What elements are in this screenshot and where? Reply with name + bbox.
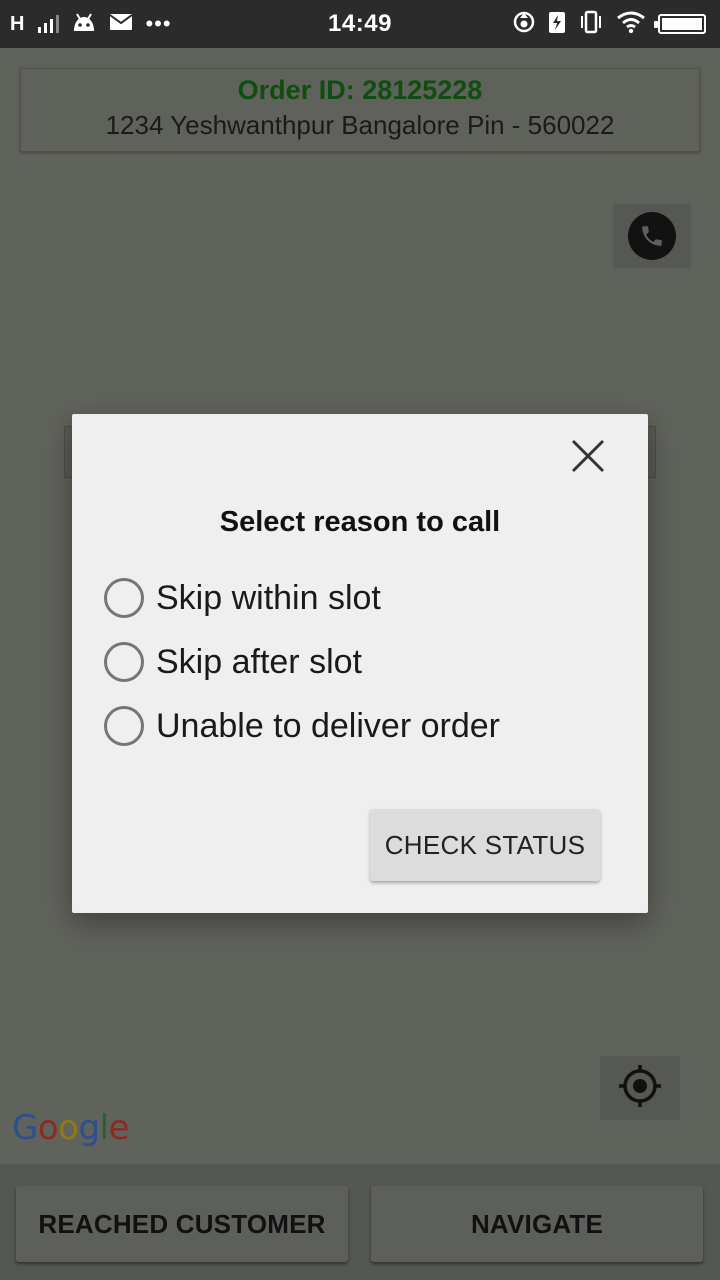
radio-button[interactable] (104, 642, 144, 682)
charging-icon (548, 10, 566, 39)
radio-button[interactable] (104, 578, 144, 618)
radio-label: Unable to deliver order (156, 706, 500, 745)
call-reason-dialog: Select reason to call Skip within slot S… (72, 414, 648, 913)
phone-icon (628, 212, 676, 260)
vibrate-icon (578, 10, 604, 39)
check-status-button[interactable]: CHECK STATUS (370, 809, 600, 881)
radio-option-skip-after-slot[interactable]: Skip after slot (104, 637, 362, 687)
wifi-icon (616, 10, 646, 39)
navigate-button[interactable]: NAVIGATE (371, 1186, 703, 1262)
crosshair-icon (617, 1063, 663, 1114)
mail-icon (109, 13, 134, 36)
close-icon (571, 439, 605, 478)
bottom-action-bar: REACHED CUSTOMER NAVIGATE (0, 1164, 720, 1280)
order-address: 1234 Yeshwanthpur Bangalore Pin - 560022 (105, 110, 615, 140)
radio-button[interactable] (104, 706, 144, 746)
battery-icon (654, 14, 706, 34)
close-button[interactable] (568, 438, 608, 478)
more-dots-icon: ••• (145, 11, 172, 36)
order-card: Order ID: 28125228 1234 Yeshwanthpur Ban… (20, 68, 700, 152)
android-icon (71, 11, 97, 38)
my-location-button[interactable] (600, 1056, 680, 1120)
order-id: Order ID: 28125228 (237, 75, 483, 105)
reached-customer-button[interactable]: REACHED CUSTOMER (16, 1186, 348, 1262)
google-logo: Google (12, 1108, 129, 1148)
radio-label: Skip after slot (156, 642, 362, 681)
status-left: H ••• (10, 11, 172, 38)
status-right (512, 10, 706, 39)
radio-option-unable-to-deliver[interactable]: Unable to deliver order (104, 701, 500, 751)
signal-icon (38, 15, 60, 33)
call-button[interactable] (613, 204, 691, 268)
radio-option-skip-within-slot[interactable]: Skip within slot (104, 573, 381, 623)
dialog-title: Select reason to call (219, 506, 501, 538)
sync-icon (512, 10, 536, 39)
status-bar: H ••• 14:49 (0, 0, 720, 48)
radio-label: Skip within slot (156, 578, 381, 617)
network-type-label: H (10, 12, 25, 35)
